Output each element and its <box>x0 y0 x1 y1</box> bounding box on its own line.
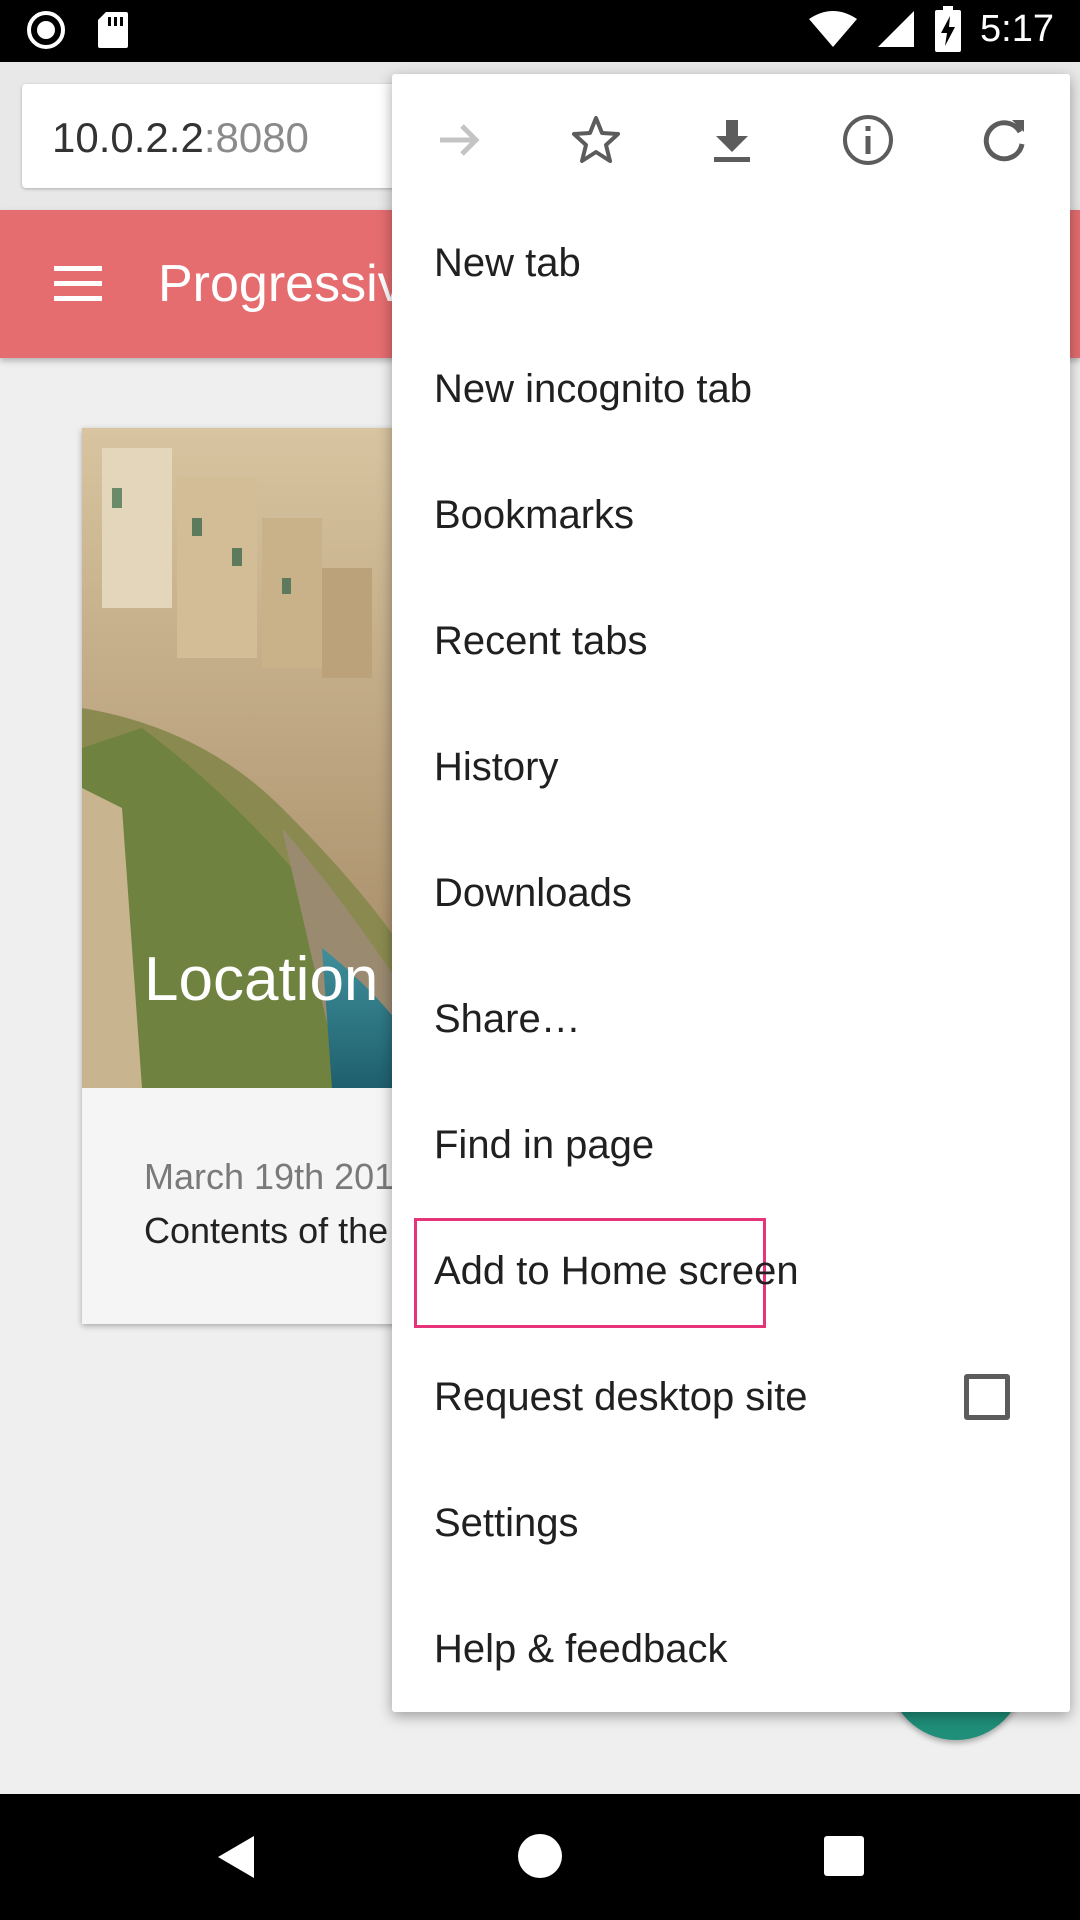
menu-item-new-incognito-tab[interactable]: New incognito tab <box>434 326 1054 452</box>
wifi-icon <box>809 11 858 47</box>
card-contents: Contents of the <box>144 1210 389 1251</box>
menu-item-request-desktop-site[interactable]: Request desktop site <box>434 1334 1054 1460</box>
battery-charging-icon <box>935 6 962 52</box>
menu-item-recent-tabs[interactable]: Recent tabs <box>434 578 1054 704</box>
download-icon[interactable] <box>704 112 760 168</box>
navigation-bar <box>0 1794 1080 1920</box>
menu-icon-row <box>392 74 1070 200</box>
menu-item-help-feedback[interactable]: Help & feedback <box>434 1586 1054 1712</box>
url-text: 10.0.2.2:8080 <box>52 114 309 162</box>
menu-item-history[interactable]: History <box>434 704 1054 830</box>
reload-icon[interactable] <box>976 112 1032 168</box>
menu-item-downloads[interactable]: Downloads <box>434 830 1054 956</box>
card-date: March 19th 201 <box>144 1156 395 1197</box>
recents-icon[interactable] <box>824 1836 864 1876</box>
overflow-menu: New tab New incognito tab Bookmarks Rece… <box>392 74 1070 1712</box>
home-icon[interactable] <box>518 1834 562 1878</box>
hamburger-menu-icon[interactable] <box>54 266 102 302</box>
back-icon[interactable] <box>216 1834 256 1880</box>
menu-item-settings[interactable]: Settings <box>434 1460 1054 1586</box>
request-desktop-site-checkbox[interactable] <box>964 1374 1010 1420</box>
menu-item-bookmarks[interactable]: Bookmarks <box>434 452 1054 578</box>
signal-icon <box>878 11 915 47</box>
status-bar: 5:17 <box>0 0 1080 62</box>
menu-item-share[interactable]: Share… <box>434 956 1054 1082</box>
menu-item-add-to-home-screen[interactable]: Add to Home screen <box>434 1208 1054 1334</box>
bookmark-star-icon[interactable] <box>568 112 624 168</box>
menu-item-new-tab[interactable]: New tab <box>434 200 1054 326</box>
status-time: 5:17 <box>980 7 1054 50</box>
record-icon <box>27 11 65 49</box>
menu-item-find-in-page[interactable]: Find in page <box>434 1082 1054 1208</box>
url-host: 10.0.2.2 <box>52 114 204 161</box>
forward-icon[interactable] <box>432 112 488 168</box>
sd-card-icon <box>98 12 128 48</box>
card-image-title: Location <box>144 945 379 1014</box>
info-icon[interactable] <box>840 112 896 168</box>
url-port: :8080 <box>203 114 309 161</box>
